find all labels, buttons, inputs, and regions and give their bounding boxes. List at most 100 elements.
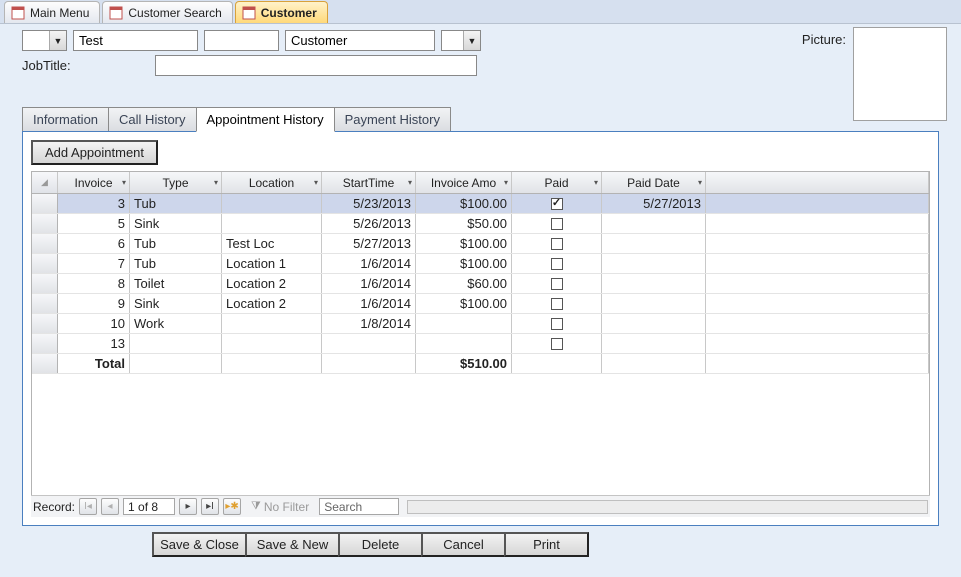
cell-invoice[interactable]: 9 xyxy=(58,294,130,313)
cell-paid-date[interactable] xyxy=(602,234,706,253)
add-appointment-button[interactable]: Add Appointment xyxy=(31,140,158,165)
nav-prev-button[interactable]: ◂ xyxy=(101,498,119,515)
cell-invoice[interactable]: 13 xyxy=(58,334,130,353)
cell-paid[interactable] xyxy=(512,314,602,333)
row-selector[interactable] xyxy=(32,274,58,293)
col-invoice[interactable]: Invoice▾ xyxy=(58,172,130,193)
cell-starttime[interactable]: 5/26/2013 xyxy=(322,214,416,233)
table-row[interactable]: 6TubTest Loc5/27/2013$100.00 xyxy=(32,234,929,254)
cell-location[interactable]: Location 1 xyxy=(222,254,322,273)
col-type[interactable]: Type▾ xyxy=(130,172,222,193)
row-selector[interactable] xyxy=(32,254,58,273)
cell-starttime[interactable]: 5/23/2013 xyxy=(322,194,416,213)
row-selector[interactable] xyxy=(32,234,58,253)
paid-checkbox[interactable] xyxy=(551,198,563,210)
suffix-dropdown[interactable]: ▼ xyxy=(441,30,481,51)
cell-amount[interactable] xyxy=(416,314,512,333)
cell-starttime[interactable]: 1/8/2014 xyxy=(322,314,416,333)
paid-checkbox[interactable] xyxy=(551,278,563,290)
nav-last-button[interactable]: ▸I xyxy=(201,498,219,515)
cell-invoice[interactable]: 10 xyxy=(58,314,130,333)
prefix-dropdown[interactable]: ▼ xyxy=(22,30,67,51)
object-tab-customer[interactable]: Customer xyxy=(235,1,328,23)
table-row[interactable]: 13 xyxy=(32,334,929,354)
cell-invoice[interactable]: 7 xyxy=(58,254,130,273)
row-selector[interactable] xyxy=(32,214,58,233)
cell-invoice[interactable]: 8 xyxy=(58,274,130,293)
save-new-button[interactable]: Save & New xyxy=(245,532,340,557)
cell-type[interactable]: Sink xyxy=(130,294,222,313)
nav-new-button[interactable]: ▸✱ xyxy=(223,498,241,515)
table-row[interactable]: 10Work 1/8/2014 xyxy=(32,314,929,334)
table-row[interactable]: 8ToiletLocation 21/6/2014$60.00 xyxy=(32,274,929,294)
col-location[interactable]: Location▾ xyxy=(222,172,322,193)
cell-amount[interactable]: $100.00 xyxy=(416,254,512,273)
table-row[interactable]: 5Sink 5/26/2013$50.00 xyxy=(32,214,929,234)
cell-location[interactable] xyxy=(222,334,322,353)
tab-call-history[interactable]: Call History xyxy=(108,107,196,132)
row-selector[interactable] xyxy=(32,294,58,313)
cell-amount[interactable]: $100.00 xyxy=(416,194,512,213)
cell-paid[interactable] xyxy=(512,274,602,293)
cell-amount[interactable] xyxy=(416,334,512,353)
paid-checkbox[interactable] xyxy=(551,238,563,250)
select-all-header[interactable]: ◢ xyxy=(32,172,58,193)
cell-type[interactable]: Work xyxy=(130,314,222,333)
cell-paid[interactable] xyxy=(512,194,602,213)
col-paid[interactable]: Paid▾ xyxy=(512,172,602,193)
cell-paid[interactable] xyxy=(512,334,602,353)
table-row[interactable]: 7TubLocation 11/6/2014$100.00 xyxy=(32,254,929,274)
cell-amount[interactable]: $60.00 xyxy=(416,274,512,293)
jobtitle-field[interactable] xyxy=(155,55,477,76)
cell-starttime[interactable]: 1/6/2014 xyxy=(322,294,416,313)
cell-amount[interactable]: $50.00 xyxy=(416,214,512,233)
cell-starttime[interactable]: 1/6/2014 xyxy=(322,274,416,293)
last-name-field[interactable] xyxy=(285,30,435,51)
cell-invoice[interactable]: 5 xyxy=(58,214,130,233)
paid-checkbox[interactable] xyxy=(551,338,563,350)
col-starttime[interactable]: StartTime▾ xyxy=(322,172,416,193)
first-name-field[interactable] xyxy=(73,30,198,51)
cell-type[interactable]: Tub xyxy=(130,234,222,253)
middle-field[interactable] xyxy=(204,30,279,51)
cell-location[interactable]: Location 2 xyxy=(222,294,322,313)
cell-paid-date[interactable] xyxy=(602,314,706,333)
cell-invoice[interactable]: 6 xyxy=(58,234,130,253)
cancel-button[interactable]: Cancel xyxy=(421,532,506,557)
paid-checkbox[interactable] xyxy=(551,258,563,270)
tab-information[interactable]: Information xyxy=(22,107,109,132)
cell-starttime[interactable]: 1/6/2014 xyxy=(322,254,416,273)
col-paid-date[interactable]: Paid Date▾ xyxy=(602,172,706,193)
cell-paid[interactable] xyxy=(512,214,602,233)
save-close-button[interactable]: Save & Close xyxy=(152,532,247,557)
nav-next-button[interactable]: ▸ xyxy=(179,498,197,515)
cell-location[interactable] xyxy=(222,214,322,233)
tab-payment-history[interactable]: Payment History xyxy=(334,107,451,132)
table-row[interactable]: 9SinkLocation 21/6/2014$100.00 xyxy=(32,294,929,314)
cell-starttime[interactable] xyxy=(322,334,416,353)
row-selector[interactable] xyxy=(32,334,58,353)
cell-type[interactable]: Tub xyxy=(130,254,222,273)
cell-location[interactable] xyxy=(222,314,322,333)
nav-first-button[interactable]: I◂ xyxy=(79,498,97,515)
print-button[interactable]: Print xyxy=(504,532,589,557)
cell-location[interactable]: Test Loc xyxy=(222,234,322,253)
cell-location[interactable]: Location 2 xyxy=(222,274,322,293)
table-row[interactable]: 3Tub5/23/2013$100.005/27/2013 xyxy=(32,194,929,214)
paid-checkbox[interactable] xyxy=(551,218,563,230)
cell-amount[interactable]: $100.00 xyxy=(416,294,512,313)
cell-paid-date[interactable] xyxy=(602,214,706,233)
cell-amount[interactable]: $100.00 xyxy=(416,234,512,253)
col-invoice-amount[interactable]: Invoice Amo▾ xyxy=(416,172,512,193)
cell-paid-date[interactable] xyxy=(602,254,706,273)
cell-paid-date[interactable] xyxy=(602,334,706,353)
horizontal-scrollbar[interactable] xyxy=(407,500,928,514)
object-tab-customer-search[interactable]: Customer Search xyxy=(102,1,232,23)
cell-type[interactable] xyxy=(130,334,222,353)
cell-type[interactable]: Sink xyxy=(130,214,222,233)
cell-invoice[interactable]: 3 xyxy=(58,194,130,213)
grid-search-input[interactable] xyxy=(319,498,399,515)
paid-checkbox[interactable] xyxy=(551,298,563,310)
tab-appointment-history[interactable]: Appointment History xyxy=(196,107,335,132)
cell-paid-date[interactable] xyxy=(602,294,706,313)
